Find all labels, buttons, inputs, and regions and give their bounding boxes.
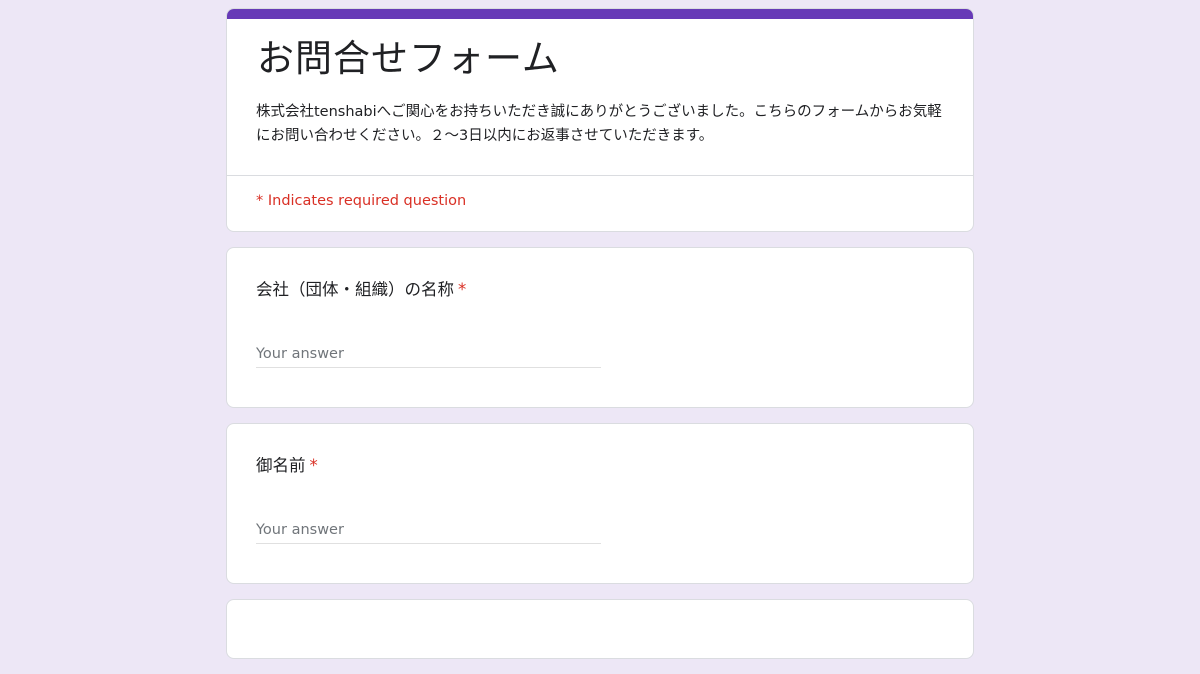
question-title: 御名前 * (256, 454, 318, 478)
question-card-next (226, 599, 974, 659)
header-divider (227, 175, 973, 176)
theme-accent-bar (227, 9, 973, 19)
question-label: 会社（団体・組織）の名称 (256, 280, 454, 299)
company-name-answer-input[interactable] (256, 340, 601, 368)
question-card-name: 御名前 * (226, 423, 974, 584)
name-answer-input[interactable] (256, 516, 601, 544)
form-header-card: お問合せフォーム 株式会社tenshabiへご関心をお持ちいただき誠にありがとう… (226, 8, 974, 232)
required-asterisk: * (309, 456, 318, 475)
question-title: 会社（団体・組織）の名称 * (256, 278, 466, 302)
form-title: お問合せフォーム (257, 37, 560, 80)
question-card-company-name: 会社（団体・組織）の名称 * (226, 247, 974, 408)
form-description: 株式会社tenshabiへご関心をお持ちいただき誠にありがとうございました。こち… (256, 104, 942, 144)
question-label: 御名前 (256, 456, 306, 475)
required-asterisk: * (458, 280, 467, 299)
form-column: お問合せフォーム 株式会社tenshabiへご関心をお持ちいただき誠にありがとう… (226, 8, 974, 674)
required-question-note: * Indicates required question (256, 193, 467, 209)
